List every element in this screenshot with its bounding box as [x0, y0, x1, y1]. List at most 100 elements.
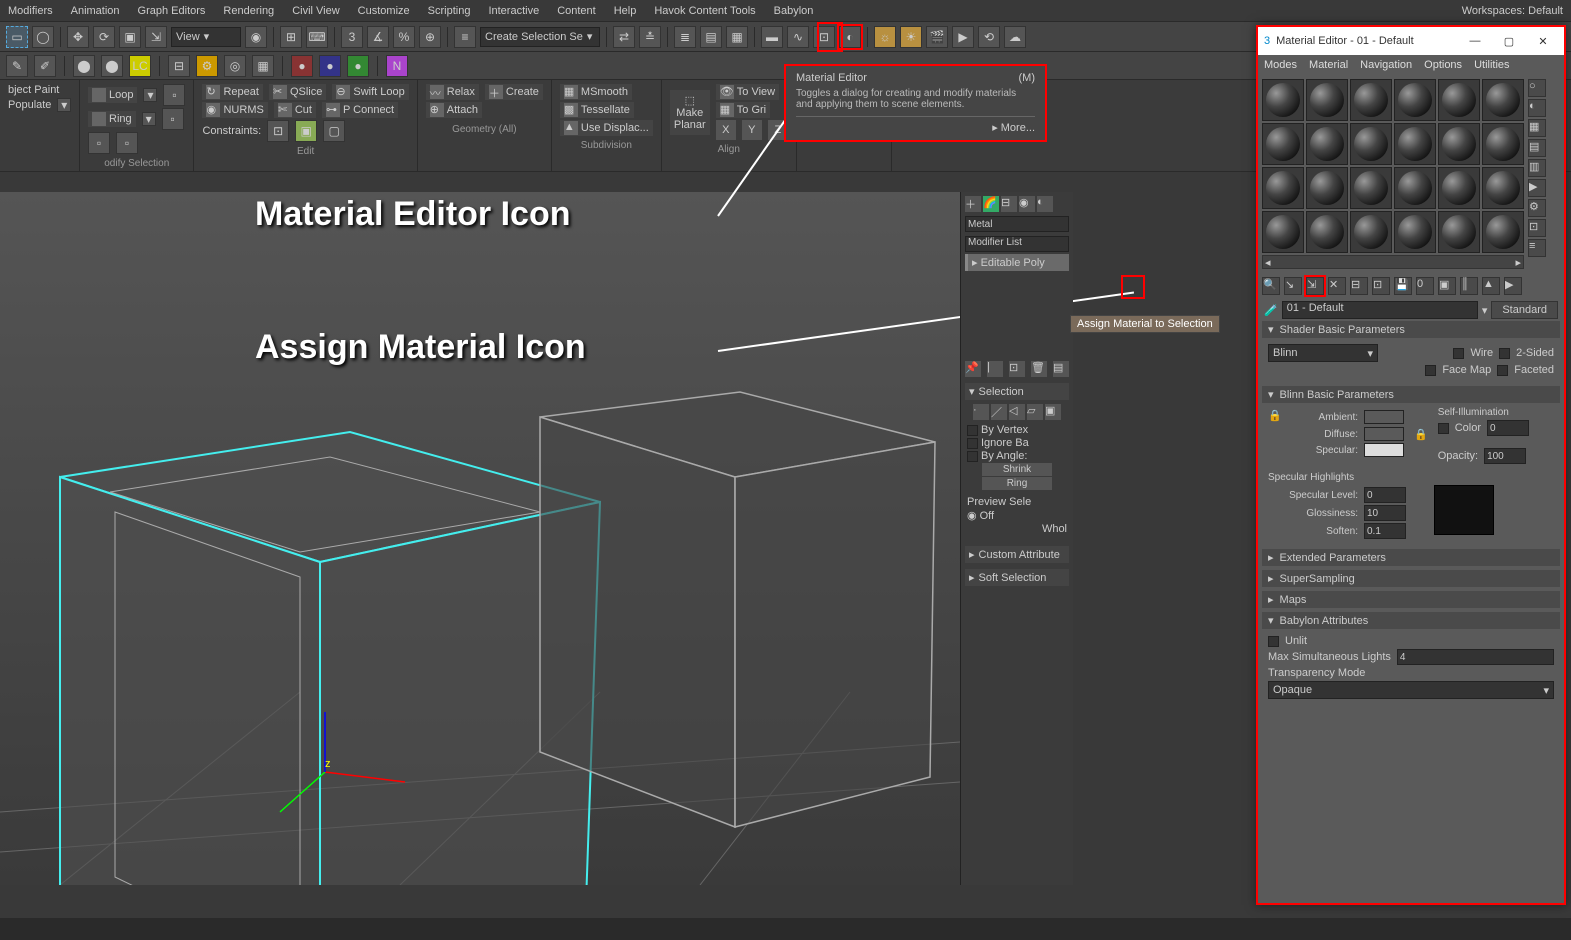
ring-button[interactable]: Ring	[88, 111, 136, 127]
menu-animation[interactable]: Animation	[71, 5, 120, 17]
put-to-lib-icon[interactable]: 💾	[1394, 277, 1412, 295]
geom-all-label[interactable]: Geometry (All)	[426, 124, 543, 135]
nurms-button[interactable]: ◉NURMS	[202, 102, 267, 118]
percent-snap-icon[interactable]: %	[393, 26, 415, 48]
show-end-result-icon[interactable]: ║	[1460, 277, 1478, 295]
loop-opt-icon[interactable]: ▾	[143, 88, 157, 102]
vertex-subobj-icon[interactable]: ·	[973, 404, 989, 420]
repeat-button[interactable]: ↻Repeat	[202, 84, 262, 100]
close-button[interactable]: ✕	[1528, 31, 1558, 51]
facemap-checkbox[interactable]	[1425, 365, 1436, 376]
options-icon[interactable]: ⚙	[1528, 199, 1546, 217]
to-view-button[interactable]: 👁To View	[716, 84, 779, 100]
lock-icon[interactable]: 🔒	[1414, 428, 1428, 441]
modifier-list-dropdown[interactable]: Modifier List	[965, 236, 1069, 252]
make-unique-mat-icon[interactable]: ⊡	[1372, 277, 1390, 295]
specular-swatch[interactable]	[1364, 443, 1404, 457]
named-sel-icon[interactable]: ≡	[454, 26, 476, 48]
hierarchy-tab-icon[interactable]: ⊟	[1001, 196, 1017, 212]
mirror-icon[interactable]: ⇄	[613, 26, 635, 48]
material-slot[interactable]	[1438, 167, 1480, 209]
toggle-layer-icon[interactable]: ▤	[700, 26, 722, 48]
render-last-icon[interactable]: ⟲	[978, 26, 1000, 48]
speclvl-spinner[interactable]: 0	[1364, 487, 1406, 503]
matmenu-utilities[interactable]: Utilities	[1474, 59, 1509, 71]
swiftloop-button[interactable]: ⊖Swift Loop	[332, 84, 408, 100]
menu-rendering[interactable]: Rendering	[223, 5, 274, 17]
sel-a-icon[interactable]: ▫	[88, 132, 110, 154]
material-slot[interactable]	[1262, 79, 1304, 121]
material-type-button[interactable]: Standard	[1491, 301, 1558, 319]
attach-button[interactable]: ⊕Attach	[426, 102, 482, 118]
material-slot[interactable]	[1306, 211, 1348, 253]
material-slot[interactable]	[1394, 211, 1436, 253]
material-slot[interactable]	[1438, 79, 1480, 121]
qslice-button[interactable]: ✂QSlice	[269, 84, 326, 100]
populate-icon[interactable]: ▾	[57, 98, 71, 112]
show-end-icon[interactable]: |	[987, 361, 1003, 377]
matlib-icon[interactable]: ≡	[1528, 239, 1546, 257]
menu-graph-editors[interactable]: Graph Editors	[138, 5, 206, 17]
soften-spinner[interactable]: 0.1	[1364, 523, 1406, 539]
axis-y-button[interactable]: Y	[742, 120, 762, 140]
ribbon-toggle-icon[interactable]: ▬	[761, 26, 783, 48]
render-prod-icon[interactable]: 🎬	[926, 26, 948, 48]
blob-icon[interactable]: ⬤	[73, 55, 95, 77]
select-by-mat-icon[interactable]: ⊡	[1528, 219, 1546, 237]
by-angle-checkbox[interactable]	[967, 451, 978, 462]
speclvl-map-icon[interactable]	[1412, 488, 1426, 502]
pick-icon[interactable]: 🧪	[1264, 304, 1278, 317]
babylon-rollout[interactable]: ▾ Babylon Attributes	[1262, 612, 1560, 629]
gear-icon[interactable]: ⚙	[196, 55, 218, 77]
motion-tab-icon[interactable]: ◉	[1019, 196, 1035, 212]
manipulate-icon[interactable]: ⊞	[280, 26, 302, 48]
shader-basic-rollout[interactable]: ▾ Shader Basic Parameters	[1262, 321, 1560, 338]
extended-params-rollout[interactable]: ▸ Extended Parameters	[1262, 549, 1560, 566]
ignore-back-checkbox[interactable]	[967, 438, 978, 449]
assign-to-selection-icon[interactable]: ⇲	[1306, 277, 1324, 295]
material-slot[interactable]	[1306, 79, 1348, 121]
element-subobj-icon[interactable]: ▣	[1045, 404, 1061, 420]
move-icon[interactable]: ✥	[67, 26, 89, 48]
material-slot[interactable]	[1482, 123, 1524, 165]
ring-extra-icon[interactable]: ▫	[162, 108, 184, 130]
select-region-icon[interactable]: ▭	[6, 26, 28, 48]
selfillum-map-icon[interactable]	[1535, 421, 1549, 435]
selection-set-dropdown[interactable]: Create Selection Se▾	[480, 27, 600, 47]
material-slot[interactable]	[1262, 167, 1304, 209]
keyboard-icon[interactable]: ⌨	[306, 26, 328, 48]
menu-havok[interactable]: Havok Content Tools	[654, 5, 755, 17]
remove-mod-icon[interactable]: 🗑	[1031, 361, 1047, 377]
tessellate-button[interactable]: ▩Tessellate	[560, 102, 634, 118]
matwin-titlebar[interactable]: 3 Material Editor - 01 - Default — ▢ ✕	[1258, 27, 1564, 55]
ref-coord-dropdown[interactable]: View▾	[171, 27, 241, 47]
material-slot[interactable]	[1394, 167, 1436, 209]
display-tab-icon[interactable]: ◐	[1037, 196, 1053, 212]
tool-a-icon[interactable]: ⊟	[168, 55, 190, 77]
cut-button[interactable]: ✄Cut	[274, 102, 316, 118]
green-tool-icon[interactable]: ●	[347, 55, 369, 77]
layer-explorer-icon[interactable]: ≣	[674, 26, 696, 48]
2sided-checkbox[interactable]	[1499, 348, 1510, 359]
faceted-checkbox[interactable]	[1497, 365, 1508, 376]
stack-editable-poly[interactable]: ▸ Editable Poly	[965, 254, 1069, 271]
constraint-face-icon[interactable]: ▢	[323, 120, 345, 142]
modify-selection-label[interactable]: odify Selection	[88, 158, 185, 169]
make-planar-button[interactable]: ⬚Make Planar	[670, 90, 710, 135]
material-slot[interactable]	[1262, 123, 1304, 165]
axis-x-button[interactable]: X	[716, 120, 736, 140]
tooltip-more-link[interactable]: ▸ More...	[992, 122, 1035, 134]
select-lasso-icon[interactable]: ◯	[32, 26, 54, 48]
align-icon[interactable]: ≛	[639, 26, 661, 48]
sample-uv-icon[interactable]: ▤	[1528, 139, 1546, 157]
material-slot[interactable]	[1262, 211, 1304, 253]
material-slot[interactable]	[1306, 167, 1348, 209]
constraint-edge-icon[interactable]: ▣	[295, 120, 317, 142]
matmenu-material[interactable]: Material	[1309, 59, 1348, 71]
supersampling-rollout[interactable]: ▸ SuperSampling	[1262, 570, 1560, 587]
go-sibling-icon[interactable]: ▶	[1504, 277, 1522, 295]
make-copy-icon[interactable]: ⊟	[1350, 277, 1368, 295]
go-parent-icon[interactable]: ▲	[1482, 277, 1500, 295]
viewport[interactable]: z	[0, 192, 960, 885]
object-name-field[interactable]	[965, 216, 1069, 232]
